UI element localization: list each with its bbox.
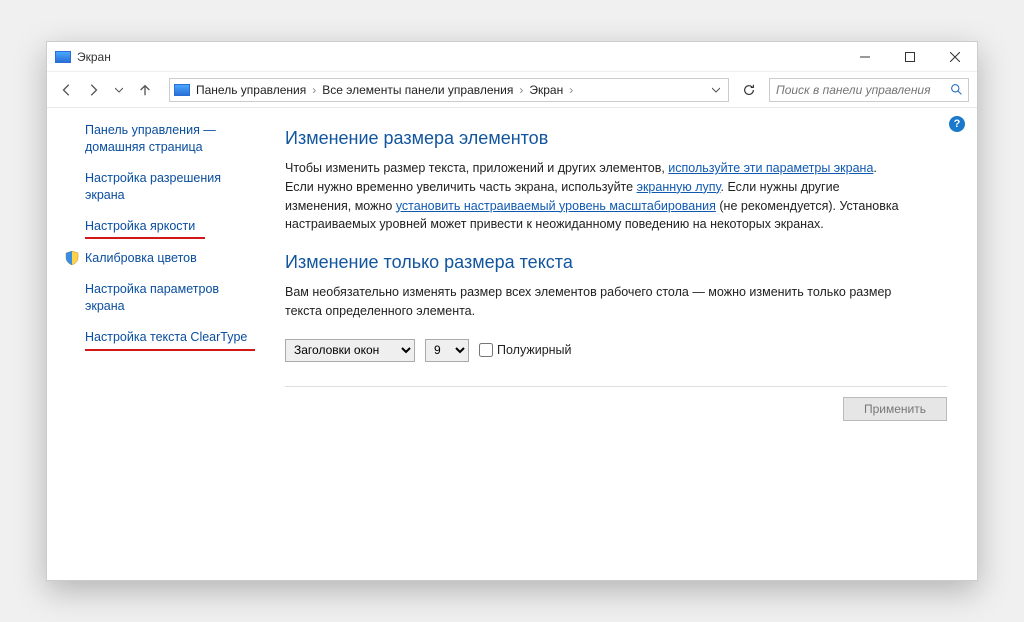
sidebar-item-label: Настройка яркости	[85, 218, 195, 235]
paragraph-text-size: Вам необязательно изменять размер всех э…	[285, 283, 905, 321]
content-area: ? Панель управления — домашняя страница …	[47, 108, 977, 580]
sidebar-item-display-settings[interactable]: Настройка параметров экрана	[65, 281, 253, 315]
heading-resize-items: Изменение размера элементов	[285, 128, 947, 149]
link-display-settings[interactable]: используйте эти параметры экрана	[668, 161, 873, 175]
main-panel: Изменение размера элементов Чтобы измени…	[265, 108, 977, 580]
paragraph-resize: Чтобы изменить размер текста, приложений…	[285, 159, 905, 234]
search-icon[interactable]	[948, 82, 964, 98]
forward-button[interactable]	[81, 78, 105, 102]
annotation-underline	[85, 237, 205, 239]
up-button[interactable]	[133, 78, 157, 102]
back-button[interactable]	[55, 78, 79, 102]
annotation-underline	[85, 349, 255, 351]
bold-checkbox[interactable]	[479, 343, 493, 357]
display-icon	[55, 51, 71, 63]
sidebar-item-cleartype[interactable]: Настройка текста ClearType	[65, 329, 253, 346]
bold-checkbox-label[interactable]: Полужирный	[479, 343, 572, 357]
sidebar-item-calibrate-color[interactable]: Калибровка цветов	[65, 250, 253, 267]
heading-text-size-only: Изменение только размера текста	[285, 252, 947, 273]
divider	[285, 386, 947, 387]
address-dropdown-button[interactable]	[708, 80, 724, 100]
apply-button[interactable]: Применить	[843, 397, 947, 421]
chevron-right-icon: ›	[519, 83, 523, 97]
bold-label: Полужирный	[497, 343, 572, 357]
element-select[interactable]: Заголовки окон	[285, 339, 415, 362]
font-size-select[interactable]: 9	[425, 339, 469, 362]
address-bar[interactable]: Панель управления › Все элементы панели …	[169, 78, 729, 102]
chevron-right-icon: ›	[569, 83, 573, 97]
window-title: Экран	[77, 50, 842, 64]
breadcrumb-item[interactable]: Все элементы панели управления	[322, 83, 513, 97]
sidebar-item-label: Настройка параметров экрана	[85, 281, 253, 315]
breadcrumb-item[interactable]: Панель управления	[196, 83, 306, 97]
search-box[interactable]	[769, 78, 969, 102]
sidebar-item-label: Калибровка цветов	[85, 250, 197, 267]
maximize-button[interactable]	[887, 42, 932, 72]
titlebar: Экран	[47, 42, 977, 72]
sidebar-item-resolution[interactable]: Настройка разрешения экрана	[65, 170, 253, 204]
search-input[interactable]	[774, 82, 948, 98]
link-custom-scaling[interactable]: установить настраиваемый уровень масштаб…	[396, 199, 716, 213]
recent-locations-button[interactable]	[107, 78, 131, 102]
minimize-button[interactable]	[842, 42, 887, 72]
sidebar-item-label: Настройка текста ClearType	[85, 329, 247, 346]
refresh-button[interactable]	[737, 78, 761, 102]
link-magnifier[interactable]: экранную лупу	[637, 180, 721, 194]
sidebar-item-label: Настройка разрешения экрана	[85, 170, 253, 204]
breadcrumb-item[interactable]: Экран	[529, 83, 563, 97]
text-size-controls: Заголовки окон 9 Полужирный	[285, 339, 947, 362]
sidebar-item-home[interactable]: Панель управления — домашняя страница	[65, 122, 253, 156]
navbar: Панель управления › Все элементы панели …	[47, 72, 977, 108]
text: Чтобы изменить размер текста, приложений…	[285, 161, 668, 175]
control-panel-window: Экран Панель управления › Все элементы п…	[46, 41, 978, 581]
display-icon	[174, 84, 190, 96]
close-button[interactable]	[932, 42, 977, 72]
help-button[interactable]: ?	[949, 116, 965, 132]
shield-icon	[65, 251, 79, 265]
sidebar: Панель управления — домашняя страница На…	[47, 108, 265, 580]
sidebar-item-brightness[interactable]: Настройка яркости	[65, 218, 253, 235]
chevron-right-icon: ›	[312, 83, 316, 97]
sidebar-item-label: Панель управления — домашняя страница	[85, 122, 253, 156]
